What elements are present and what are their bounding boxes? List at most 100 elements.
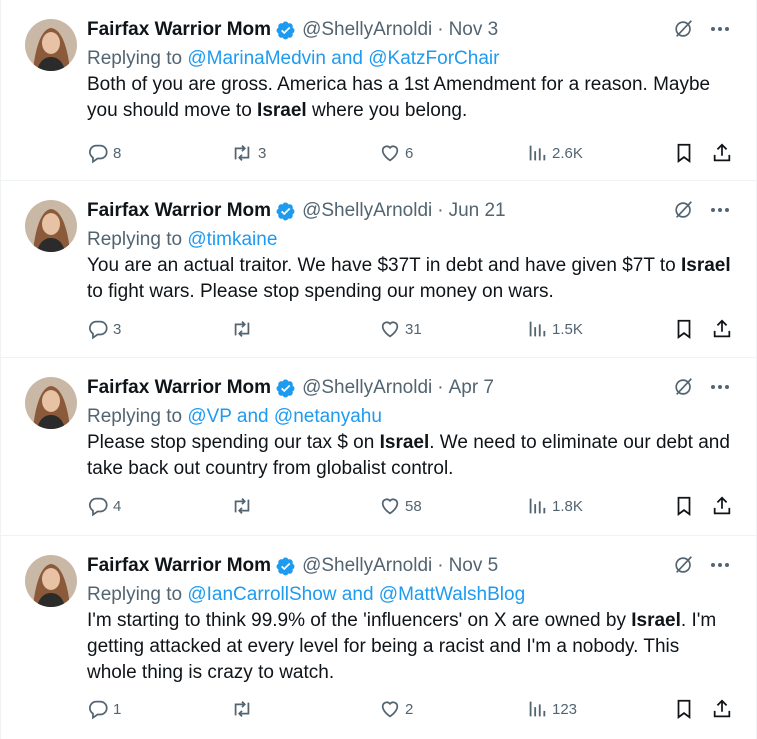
action-bar: 1 2 123	[87, 694, 734, 724]
tweet-text: You are an actual traitor. We have $37T …	[87, 253, 732, 305]
mention-link[interactable]: @MarinaMedvin	[187, 48, 326, 69]
tweet-date[interactable]: Nov 3	[449, 14, 499, 46]
like-count: 58	[405, 497, 422, 515]
tweet[interactable]: Fairfax Warrior Mom @ShellyArnoldi · Nov…	[1, 0, 756, 181]
verified-badge-icon	[275, 378, 296, 399]
tweet[interactable]: Fairfax Warrior Mom @ShellyArnoldi · Nov…	[1, 536, 756, 739]
share-icon	[711, 698, 733, 720]
share-button[interactable]	[711, 495, 733, 517]
grok-icon[interactable]	[672, 17, 696, 41]
text-segment: You are an actual traitor. We have $37T …	[87, 255, 681, 276]
text-segment: Please stop spending our tax $ on	[87, 432, 380, 453]
share-icon	[711, 318, 733, 340]
reply-button[interactable]: 3	[87, 318, 121, 340]
views-count: 1.5K	[552, 320, 583, 338]
display-name[interactable]: Fairfax Warrior Mom	[87, 14, 271, 46]
more-options-icon[interactable]	[708, 375, 732, 399]
like-button[interactable]: 58	[379, 495, 422, 517]
repost-icon	[230, 698, 254, 720]
repost-icon	[230, 495, 254, 517]
grok-icon[interactable]	[672, 553, 696, 577]
share-button[interactable]	[711, 142, 733, 164]
avatar[interactable]	[25, 377, 77, 429]
tweet[interactable]: Fairfax Warrior Mom @ShellyArnoldi · Apr…	[1, 358, 756, 536]
handle[interactable]: @ShellyArnoldi	[302, 14, 432, 46]
views-button[interactable]: 2.6K	[526, 142, 583, 164]
avatar[interactable]	[25, 555, 77, 607]
bookmark-icon	[673, 142, 695, 164]
replying-label: Replying to	[87, 229, 188, 250]
bookmark-icon	[673, 698, 695, 720]
display-name[interactable]: Fairfax Warrior Mom	[87, 372, 271, 404]
bookmark-button[interactable]	[673, 318, 695, 340]
reply-icon	[87, 318, 109, 340]
heart-icon	[379, 318, 401, 340]
highlighted-term: Israel	[631, 610, 681, 631]
tweet-date[interactable]: Nov 5	[449, 550, 499, 582]
reply-button[interactable]: 8	[87, 142, 121, 164]
tweet-header: Fairfax Warrior Mom @ShellyArnoldi · Apr…	[87, 372, 732, 404]
like-button[interactable]: 31	[379, 318, 422, 340]
mention-link[interactable]: @MattWalshBlog	[379, 584, 525, 605]
heart-icon	[379, 698, 401, 720]
bookmark-icon	[673, 495, 695, 517]
views-button[interactable]: 1.5K	[526, 318, 583, 340]
bookmark-button[interactable]	[673, 495, 695, 517]
bookmark-button[interactable]	[673, 142, 695, 164]
views-chart-icon	[526, 698, 548, 720]
like-button[interactable]: 2	[379, 698, 413, 720]
avatar[interactable]	[25, 19, 77, 71]
share-button[interactable]	[711, 698, 733, 720]
handle[interactable]: @ShellyArnoldi	[302, 372, 432, 404]
display-name[interactable]: Fairfax Warrior Mom	[87, 195, 271, 227]
avatar[interactable]	[25, 200, 77, 252]
mention-link[interactable]: @IanCarrollShow	[187, 584, 336, 605]
separator: ·	[437, 19, 444, 40]
display-name[interactable]: Fairfax Warrior Mom	[87, 550, 271, 582]
more-options-icon[interactable]	[708, 17, 732, 41]
repost-button[interactable]: 3	[230, 142, 266, 164]
handle[interactable]: @ShellyArnoldi	[302, 550, 432, 582]
grok-icon[interactable]	[672, 198, 696, 222]
share-icon	[711, 142, 733, 164]
repost-button[interactable]	[230, 318, 254, 340]
more-options-icon[interactable]	[708, 198, 732, 222]
tweet-date[interactable]: Apr 7	[449, 372, 494, 404]
views-chart-icon	[526, 318, 548, 340]
highlighted-term: Israel	[379, 432, 430, 453]
repost-button[interactable]	[230, 495, 254, 517]
repost-icon	[230, 142, 254, 164]
tweet-date[interactable]: Jun 21	[449, 195, 506, 227]
reply-icon	[87, 495, 109, 517]
handle[interactable]: @ShellyArnoldi	[302, 195, 432, 227]
reply-count: 4	[113, 497, 122, 515]
mention-link[interactable]: @netanyahu	[274, 406, 382, 427]
bookmark-button[interactable]	[673, 698, 695, 720]
reply-count: 8	[113, 144, 122, 162]
views-count: 1.8K	[552, 497, 583, 515]
action-bar: 8 3 6 2.6K	[87, 138, 734, 168]
like-button[interactable]: 6	[379, 142, 413, 164]
timeline: Fairfax Warrior Mom @ShellyArnoldi · Nov…	[0, 0, 757, 739]
views-count: 123	[552, 700, 578, 718]
reply-icon	[87, 698, 109, 720]
mention-link[interactable]: @KatzForChair	[368, 48, 499, 69]
grok-icon[interactable]	[672, 375, 696, 399]
and-text: and	[336, 584, 379, 605]
repost-count: 3	[258, 144, 267, 162]
action-bar: 3 31 1.5K	[87, 314, 734, 344]
reply-button[interactable]: 1	[87, 698, 121, 720]
mention-link[interactable]: @timkaine	[187, 229, 277, 250]
tweet[interactable]: Fairfax Warrior Mom @ShellyArnoldi · Jun…	[1, 181, 756, 358]
repost-button[interactable]	[230, 698, 254, 720]
views-button[interactable]: 1.8K	[526, 495, 583, 517]
mention-link[interactable]: @VP	[187, 406, 231, 427]
like-count: 31	[405, 320, 422, 338]
more-options-icon[interactable]	[708, 553, 732, 577]
share-button[interactable]	[711, 318, 733, 340]
reply-button[interactable]: 4	[87, 495, 121, 517]
verified-badge-icon	[275, 20, 296, 41]
views-chart-icon	[526, 142, 548, 164]
views-button[interactable]: 123	[526, 698, 577, 720]
heart-icon	[379, 495, 401, 517]
